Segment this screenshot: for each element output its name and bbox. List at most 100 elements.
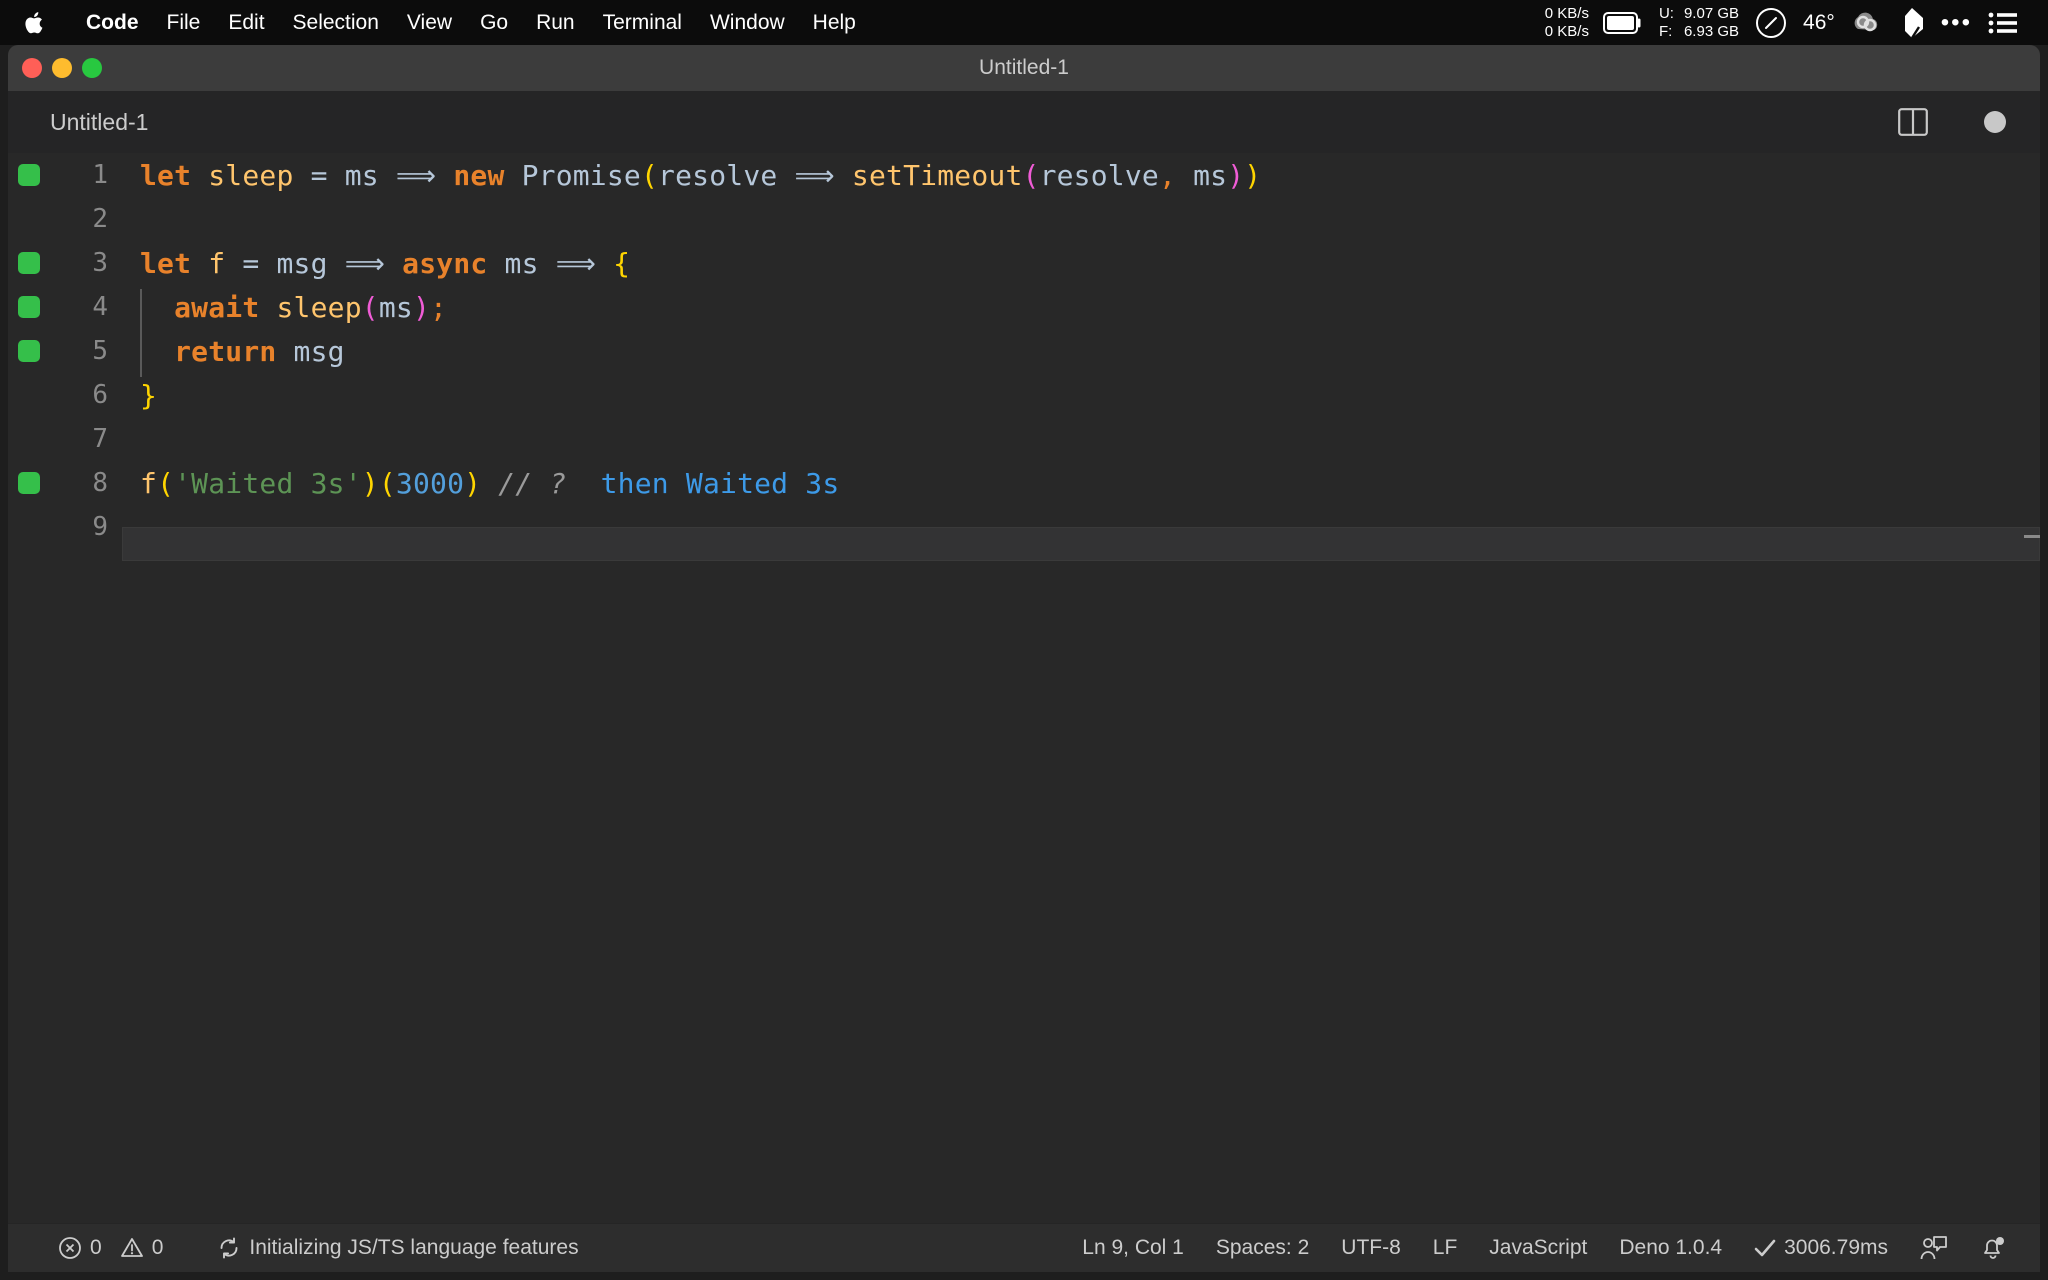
menu-item-file[interactable]: File	[153, 0, 215, 45]
code-token: (	[157, 466, 175, 500]
code-line-content[interactable]: await sleep(ms);	[122, 288, 2040, 333]
code-token: )	[1244, 158, 1262, 192]
gutter-decoration-3	[8, 252, 50, 274]
code-token: =	[225, 246, 277, 280]
problems-status[interactable]: 0 0	[42, 1236, 179, 1260]
code-line-8[interactable]: 8 f('Waited 3s')(3000) // ? then Waited 3…	[8, 461, 2040, 505]
code-token: )	[361, 466, 379, 500]
editor-tab-untitled-1[interactable]: Untitled-1	[50, 109, 148, 136]
evaluated-line-marker-icon	[18, 164, 40, 186]
code-token: msg	[293, 334, 345, 368]
vscode-window: Untitled-1 Untitled-1 1 let sleep = ms ⟹ …	[8, 45, 2040, 1272]
memory-values: 9.07 GB 6.93 GB	[1684, 5, 1739, 41]
battery-icon[interactable]	[1602, 11, 1643, 34]
close-window-button[interactable]	[22, 58, 42, 78]
unsaved-changes-dot[interactable]	[1984, 111, 2006, 133]
macos-menu-bar: Code File Edit Selection View Go Run Ter…	[0, 0, 2048, 45]
runtime-status[interactable]: Deno 1.0.4	[1603, 1236, 1738, 1260]
minimize-window-button[interactable]	[52, 58, 72, 78]
current-line-highlight	[122, 527, 2040, 561]
menu-item-edit[interactable]: Edit	[214, 0, 278, 45]
line-ending-status[interactable]: LF	[1417, 1236, 1474, 1260]
code-token: (	[1022, 158, 1040, 192]
code-line-2[interactable]: 2	[8, 197, 2040, 241]
network-upload-speed: 0 KB/s	[1544, 4, 1589, 22]
split-editor-icon[interactable]	[1898, 108, 1928, 136]
memory-indicator[interactable]: U: F: 9.07 GB 6.93 GB	[1659, 5, 1739, 41]
gutter-decoration-4	[8, 296, 50, 318]
indentation-status[interactable]: Spaces: 2	[1200, 1236, 1325, 1260]
language-mode-status[interactable]: JavaScript	[1473, 1236, 1603, 1260]
code-token: ms	[1176, 158, 1228, 192]
line-number: 2	[92, 204, 108, 234]
menu-item-help[interactable]: Help	[799, 0, 870, 45]
memory-free-label: F:	[1658, 22, 1673, 40]
notifications-bell-icon[interactable]	[1964, 1235, 2022, 1261]
menu-item-go[interactable]: Go	[466, 0, 522, 45]
code-token: ,	[1158, 158, 1177, 192]
code-token: ⟹	[378, 158, 454, 192]
speedometer-icon[interactable]	[1755, 7, 1787, 39]
maximize-window-button[interactable]	[82, 58, 102, 78]
code-editor[interactable]: 1 let sleep = ms ⟹ new Promise(resolve ⟹ …	[8, 153, 2040, 1223]
code-token: ⟹	[327, 246, 403, 280]
menubar-status-items: 0 KB/s 0 KB/s U: F: 9.07 GB 6.93 GB 46° …	[1545, 5, 2034, 41]
language-task-status[interactable]: Initializing JS/TS language features	[201, 1236, 594, 1260]
code-line-7[interactable]: 7	[8, 417, 2040, 461]
code-line-4[interactable]: 4 await sleep(ms);	[8, 285, 2040, 333]
line-number: 3	[92, 248, 108, 278]
leaf-icon[interactable]	[1899, 7, 1925, 39]
code-line-content[interactable]: let f = msg ⟹ async ms ⟹ {	[122, 247, 2040, 280]
code-line-content[interactable]: return msg	[122, 332, 2040, 377]
code-line-6[interactable]: 6}	[8, 373, 2040, 417]
cursor-position-status[interactable]: Ln 9, Col 1	[1066, 1236, 1200, 1260]
menu-item-terminal[interactable]: Terminal	[589, 0, 696, 45]
network-speed-indicator[interactable]: 0 KB/s 0 KB/s	[1545, 5, 1589, 41]
control-center-list-icon[interactable]	[1988, 10, 2018, 36]
code-line-content[interactable]: f('Waited 3s')(3000) // ? then Waited 3s	[122, 467, 2040, 500]
code-token: }	[140, 378, 158, 412]
menu-item-run[interactable]: Run	[522, 0, 589, 45]
window-title: Untitled-1	[979, 56, 1069, 79]
code-token: await	[174, 290, 260, 324]
status-bar-right: Ln 9, Col 1 Spaces: 2 UTF-8 LF JavaScrip…	[1066, 1235, 2022, 1261]
temperature-indicator[interactable]: 46°	[1803, 11, 1835, 35]
code-token: )	[464, 466, 482, 500]
gutter-decoration-5	[8, 340, 50, 362]
feedback-person-icon[interactable]	[1904, 1235, 1964, 1261]
code-line-9[interactable]: 9	[8, 505, 2040, 561]
status-bar-left: 0 0 Initializing JS/TS language features	[42, 1236, 595, 1260]
code-token: sleep	[208, 158, 294, 192]
code-token: setTimeout	[851, 158, 1023, 192]
line-number: 5	[92, 336, 108, 366]
checkmark-icon	[1754, 1238, 1776, 1258]
code-line-5[interactable]: 5 return msg	[8, 329, 2040, 377]
menu-item-window[interactable]: Window	[696, 0, 799, 45]
ellipsis-icon[interactable]: •••	[1941, 10, 1972, 35]
menu-item-selection[interactable]: Selection	[279, 0, 393, 45]
code-line-1[interactable]: 1 let sleep = ms ⟹ new Promise(resolve ⟹ …	[8, 153, 2040, 197]
cloud-sync-icon[interactable]	[1849, 8, 1883, 38]
gutter-decoration-8	[8, 472, 50, 494]
menu-item-view[interactable]: View	[393, 0, 466, 45]
memory-used-value: 9.07 GB	[1683, 4, 1740, 22]
code-token: ;	[430, 290, 448, 324]
scrollbar-marker[interactable]	[2024, 535, 2040, 538]
code-line-3[interactable]: 3 let f = msg ⟹ async ms ⟹ {	[8, 241, 2040, 285]
warning-triangle-icon	[120, 1236, 144, 1260]
code-line-content[interactable]: let sleep = ms ⟹ new Promise(resolve ⟹ s…	[122, 159, 2040, 192]
code-token: 3000	[395, 466, 465, 500]
code-token: ms	[378, 290, 413, 324]
menu-item-code[interactable]: Code	[72, 0, 153, 45]
encoding-status[interactable]: UTF-8	[1325, 1236, 1417, 1260]
code-line-content[interactable]: }	[122, 379, 2040, 412]
task-status-text: Initializing JS/TS language features	[249, 1236, 579, 1259]
line-number: 9	[92, 512, 108, 542]
run-time-status[interactable]: 3006.79ms	[1738, 1236, 1904, 1260]
apple-logo-icon[interactable]	[24, 10, 72, 36]
gutter-decoration-1	[8, 164, 50, 186]
